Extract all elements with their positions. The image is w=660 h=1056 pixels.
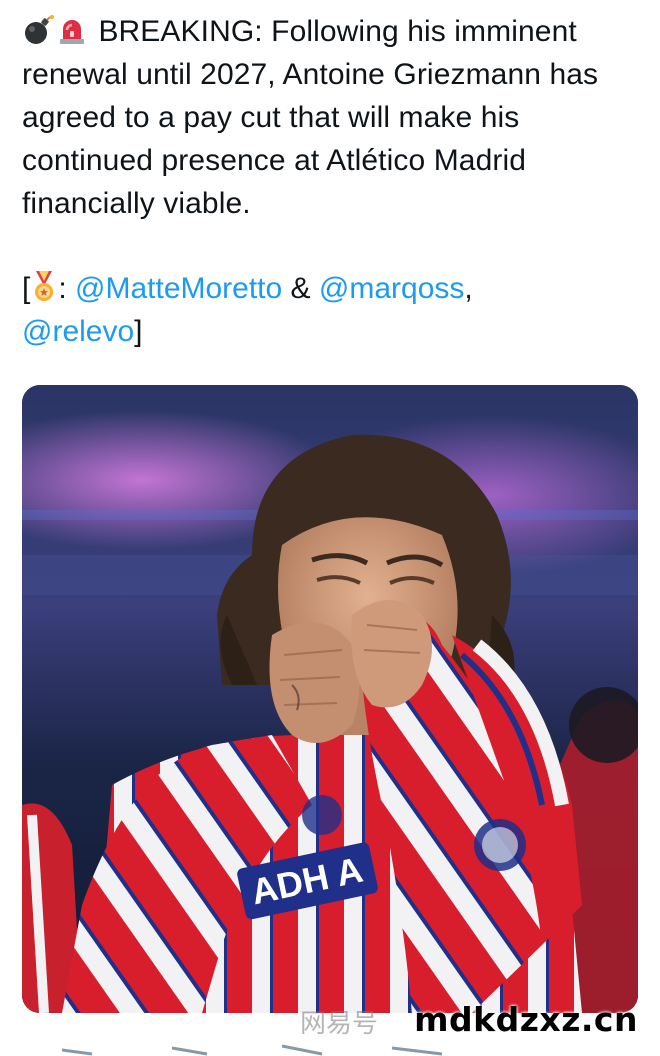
credits-colon: :: [58, 272, 76, 305]
credits-comma: ,: [464, 272, 473, 305]
tweet-media-photo[interactable]: ADH A: [22, 385, 638, 1013]
medal-icon: [35, 271, 54, 301]
mention-relevo[interactable]: @relevo: [22, 315, 134, 348]
mention-marqoss[interactable]: @marqoss: [319, 272, 465, 305]
credits-close-bracket: ]: [134, 315, 143, 348]
tweet-body: BREAKING: Following his imminent renewal…: [22, 10, 638, 225]
tweet-text: BREAKING: Following his imminent renewal…: [22, 15, 599, 220]
credits-open-bracket: [: [22, 272, 31, 305]
credits-ampersand: &: [282, 272, 319, 305]
cutoff-action-bar: [61, 1044, 443, 1056]
bomb-icon: [25, 15, 54, 44]
siren-icon: [60, 20, 84, 44]
player-photo: ADH A: [22, 385, 638, 1013]
tweet: BREAKING: Following his imminent renewal…: [22, 10, 638, 353]
watermark-site: mdkdzxz.cn: [414, 1000, 638, 1039]
mention-mattemoretto[interactable]: @MatteMoretto: [75, 272, 282, 305]
tweet-credits: [ : @MatteMoretto & @marqoss, @relevo]: [22, 267, 638, 353]
watermark-faint: 网易号: [300, 1009, 379, 1039]
